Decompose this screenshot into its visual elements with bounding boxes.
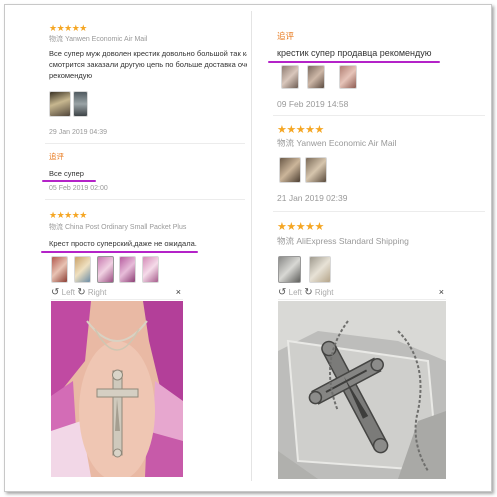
review-photo-thumbnail[interactable] xyxy=(51,256,68,283)
shipping-info: 物流 AliExpress Standard Shipping xyxy=(277,236,409,247)
right-review-column: 追评 крестик супер продавца рекомендую 09 … xyxy=(257,5,491,491)
close-icon[interactable]: × xyxy=(176,287,181,297)
separator xyxy=(45,143,245,144)
rotate-right-icon[interactable]: ↻ xyxy=(304,287,312,298)
rotate-right-label[interactable]: Right xyxy=(315,288,334,297)
review-photo-thumbnail[interactable] xyxy=(307,65,325,89)
rotate-right-label[interactable]: Right xyxy=(88,288,107,297)
additional-review-date: 09 Feb 2019 14:58 xyxy=(277,99,349,109)
review-photo-preview xyxy=(51,301,183,477)
review-photo-thumbnail[interactable] xyxy=(49,91,71,117)
separator xyxy=(273,115,485,116)
additional-review-text: Все супер xyxy=(49,169,84,178)
review-photo-thumbnail[interactable] xyxy=(142,256,159,283)
column-divider xyxy=(251,11,252,481)
additional-review-date: 05 Feb 2019 02:00 xyxy=(49,185,108,192)
rotate-left-label[interactable]: Left xyxy=(62,288,75,297)
highlight-underline xyxy=(42,180,96,182)
review-photo-thumbnail[interactable] xyxy=(309,256,331,283)
rotate-left-icon[interactable]: ↺ xyxy=(51,287,59,298)
shipping-info: 物流 China Post Ordinary Small Packet Plus xyxy=(49,223,186,232)
review-rating-stars: ★★★★★ xyxy=(49,23,87,33)
review-photo-thumbnail[interactable] xyxy=(279,157,301,183)
rotate-left-icon[interactable]: ↺ xyxy=(278,287,286,298)
highlight-underline xyxy=(41,251,198,253)
review-text: Крест просто суперский,даже не ожидала. xyxy=(49,239,197,248)
photo-crucifix-pendant-in-bag xyxy=(278,301,446,479)
review-text-line-3: рекомендую xyxy=(49,71,93,80)
screenshot-frame: ★★★★★ 物流 Yanwen Economic Air Mail Все су… xyxy=(4,4,492,492)
shipping-label: 物流 xyxy=(49,36,63,43)
review-photo-thumbnail[interactable] xyxy=(73,91,88,117)
close-icon[interactable]: × xyxy=(439,287,444,297)
shipping-method: AliExpress Standard Shipping xyxy=(296,236,409,246)
separator xyxy=(273,211,485,212)
review-photo-preview xyxy=(278,301,446,479)
additional-review-label: 追评 xyxy=(49,152,64,161)
review-rating-stars: ★★★★★ xyxy=(277,221,324,233)
review-photo-thumbnail[interactable] xyxy=(339,65,357,89)
review-text-line-1: Все супер муж доволен крестик довольно б… xyxy=(49,49,247,58)
photo-woman-wearing-cross-pendant xyxy=(51,301,183,477)
review-text-line-2: смотрится заказали другую цепь по больше… xyxy=(49,60,247,69)
review-photo-thumbnail[interactable] xyxy=(278,256,301,283)
image-viewer-toolbar: ↺ Left ↻ Right × xyxy=(51,287,183,300)
shipping-label: 物流 xyxy=(277,138,295,148)
review-photo-thumbnail[interactable] xyxy=(119,256,136,283)
shipping-info: 物流 Yanwen Economic Air Mail xyxy=(49,35,147,44)
review-photo-thumbnail[interactable] xyxy=(305,157,327,183)
image-viewer-toolbar: ↺ Left ↻ Right × xyxy=(278,287,446,300)
shipping-label: 物流 xyxy=(277,236,295,246)
left-review-column: ★★★★★ 物流 Yanwen Economic Air Mail Все су… xyxy=(5,5,249,491)
shipping-method: China Post Ordinary Small Packet Plus xyxy=(64,224,187,231)
review-rating-stars: ★★★★★ xyxy=(277,124,324,136)
separator xyxy=(45,199,245,200)
rotate-right-icon[interactable]: ↻ xyxy=(77,287,85,298)
rotate-left-label[interactable]: Left xyxy=(289,288,302,297)
review-photo-thumbnail[interactable] xyxy=(97,256,114,283)
shipping-method: Yanwen Economic Air Mail xyxy=(64,36,148,43)
review-photo-thumbnail[interactable] xyxy=(281,65,299,89)
additional-review-text: крестик супер продавца рекомендую xyxy=(277,48,432,58)
shipping-label: 物流 xyxy=(49,224,63,231)
review-date: 21 Jan 2019 02:39 xyxy=(277,193,348,203)
highlight-underline xyxy=(268,61,440,63)
review-photo-thumbnail[interactable] xyxy=(74,256,91,283)
shipping-info: 物流 Yanwen Economic Air Mail xyxy=(277,138,396,149)
shipping-method: Yanwen Economic Air Mail xyxy=(296,138,397,148)
review-rating-stars: ★★★★★ xyxy=(49,210,87,220)
review-date: 29 Jan 2019 04:39 xyxy=(49,129,107,136)
additional-review-label: 追评 xyxy=(277,31,295,41)
